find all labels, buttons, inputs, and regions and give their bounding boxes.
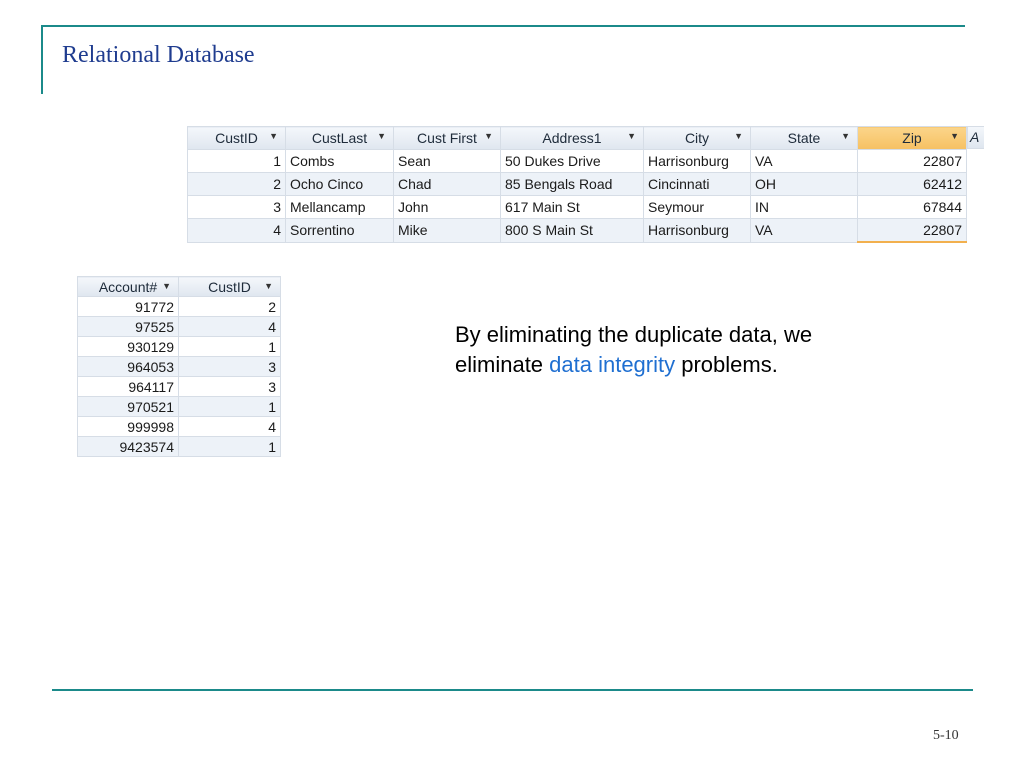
table-row[interactable]: 91772 2: [77, 296, 281, 317]
table-row[interactable]: 97525 4: [77, 316, 281, 337]
cell-custid[interactable]: 3: [187, 195, 286, 219]
sort-dropdown-icon[interactable]: ▼: [162, 281, 171, 291]
cell-address1[interactable]: 800 S Main St: [500, 218, 644, 243]
cell-account[interactable]: 91772: [77, 296, 179, 317]
cell-custid[interactable]: 3: [178, 376, 281, 397]
column-header-label: Zip: [902, 130, 922, 146]
column-header-label: State: [787, 130, 821, 146]
table-row[interactable]: 9423574 1: [77, 436, 281, 457]
column-header-label: CustID: [208, 278, 251, 295]
sort-dropdown-icon[interactable]: ▼: [269, 131, 278, 141]
column-header-label: CustID: [215, 130, 258, 146]
cell-custid[interactable]: 1: [178, 436, 281, 457]
accounts-header-row: Account# ▼ CustID ▼: [77, 276, 281, 297]
cell-zip[interactable]: 67844: [857, 195, 967, 219]
cell-custlast[interactable]: Ocho Cinco: [285, 172, 394, 196]
cell-zip[interactable]: 22807: [857, 149, 967, 173]
cell-custlast[interactable]: Sorrentino: [285, 218, 394, 243]
cell-custfirst[interactable]: John: [393, 195, 501, 219]
cell-custlast[interactable]: Combs: [285, 149, 394, 173]
column-header-zip[interactable]: Zip ▼: [857, 126, 967, 150]
sort-dropdown-icon[interactable]: ▼: [377, 131, 386, 141]
column-header-state[interactable]: State ▼: [750, 126, 858, 150]
cell-custid[interactable]: 1: [187, 149, 286, 173]
column-header-account[interactable]: Account# ▼: [77, 276, 179, 297]
column-header-city[interactable]: City ▼: [643, 126, 751, 150]
note-after: problems.: [675, 352, 778, 377]
cell-address1[interactable]: 85 Bengals Road: [500, 172, 644, 196]
column-header-label: Account#: [98, 278, 158, 295]
cell-state[interactable]: OH: [750, 172, 858, 196]
column-header-custfirst[interactable]: Cust First ▼: [393, 126, 501, 150]
column-header-address1[interactable]: Address1 ▼: [500, 126, 644, 150]
cell-city[interactable]: Harrisonburg: [643, 218, 751, 243]
cell-custid[interactable]: 1: [178, 396, 281, 417]
cell-custfirst[interactable]: Chad: [393, 172, 501, 196]
sort-dropdown-icon[interactable]: ▼: [841, 131, 850, 141]
cell-zip[interactable]: 22807: [857, 218, 967, 243]
column-header-custid[interactable]: CustID ▼: [178, 276, 281, 297]
cell-account[interactable]: 964117: [77, 376, 179, 397]
footer-line: [52, 689, 973, 691]
cell-account[interactable]: 999998: [77, 416, 179, 437]
cell-custid[interactable]: 2: [187, 172, 286, 196]
column-header-label: Cust First: [417, 130, 477, 146]
sort-dropdown-icon[interactable]: ▼: [627, 131, 636, 141]
sort-dropdown-icon[interactable]: ▼: [484, 131, 493, 141]
cell-account[interactable]: 970521: [77, 396, 179, 417]
cell-custfirst[interactable]: Mike: [393, 218, 501, 243]
cell-account[interactable]: 9423574: [77, 436, 179, 457]
explanation-text: By eliminating the duplicate data, we el…: [455, 320, 895, 380]
table-row[interactable]: 2 Ocho Cinco Chad 85 Bengals Road Cincin…: [187, 172, 967, 196]
cell-state[interactable]: IN: [750, 195, 858, 219]
cell-state[interactable]: VA: [750, 218, 858, 243]
cell-custlast[interactable]: Mellancamp: [285, 195, 394, 219]
cell-account[interactable]: 964053: [77, 356, 179, 377]
title-frame-left: [41, 25, 43, 94]
cell-custid[interactable]: 1: [178, 336, 281, 357]
sort-dropdown-icon[interactable]: ▼: [734, 131, 743, 141]
cell-custid[interactable]: 4: [178, 316, 281, 337]
table-row[interactable]: 970521 1: [77, 396, 281, 417]
sort-dropdown-icon[interactable]: ▼: [264, 281, 273, 291]
column-header-label: City: [684, 130, 710, 146]
table-row[interactable]: 4 Sorrentino Mike 800 S Main St Harrison…: [187, 218, 967, 243]
column-header-truncated[interactable]: A: [967, 126, 984, 149]
cell-custid[interactable]: 4: [178, 416, 281, 437]
accounts-table: Account# ▼ CustID ▼ 91772 2 97525 4 930129 1 …: [77, 276, 281, 457]
cell-custid[interactable]: 3: [178, 356, 281, 377]
slide-number: 5-10: [933, 728, 959, 743]
cell-custid[interactable]: 2: [178, 296, 281, 317]
cell-custfirst[interactable]: Sean: [393, 149, 501, 173]
cell-city[interactable]: Harrisonburg: [643, 149, 751, 173]
column-header-label: CustLast: [311, 130, 368, 146]
table-row[interactable]: 964053 3: [77, 356, 281, 377]
note-highlight: data integrity: [549, 352, 676, 377]
customers-table: CustID ▼ CustLast ▼ Cust First ▼ Address1 ▼ …: [187, 126, 967, 243]
table-row[interactable]: 930129 1: [77, 336, 281, 357]
column-header-custid[interactable]: CustID ▼: [187, 126, 286, 150]
cell-address1[interactable]: 617 Main St: [500, 195, 644, 219]
cell-city[interactable]: Cincinnati: [643, 172, 751, 196]
sort-dropdown-icon[interactable]: ▼: [950, 131, 959, 141]
table-row[interactable]: 3 Mellancamp John 617 Main St Seymour IN…: [187, 195, 967, 219]
title-frame-top: [43, 25, 965, 27]
cell-account[interactable]: 97525: [77, 316, 179, 337]
cell-zip[interactable]: 62412: [857, 172, 967, 196]
customers-header-row: CustID ▼ CustLast ▼ Cust First ▼ Address1 ▼ …: [187, 126, 967, 150]
cell-account[interactable]: 930129: [77, 336, 179, 357]
table-row[interactable]: 999998 4: [77, 416, 281, 437]
cell-address1[interactable]: 50 Dukes Drive: [500, 149, 644, 173]
slide-title: Relational Database: [62, 42, 255, 68]
cell-city[interactable]: Seymour: [643, 195, 751, 219]
table-row[interactable]: 1 Combs Sean 50 Dukes Drive Harrisonburg…: [187, 149, 967, 173]
column-header-label: Address1: [542, 130, 602, 146]
cell-state[interactable]: VA: [750, 149, 858, 173]
table-row[interactable]: 964117 3: [77, 376, 281, 397]
column-header-custlast[interactable]: CustLast ▼: [285, 126, 394, 150]
cell-custid[interactable]: 4: [187, 218, 286, 243]
